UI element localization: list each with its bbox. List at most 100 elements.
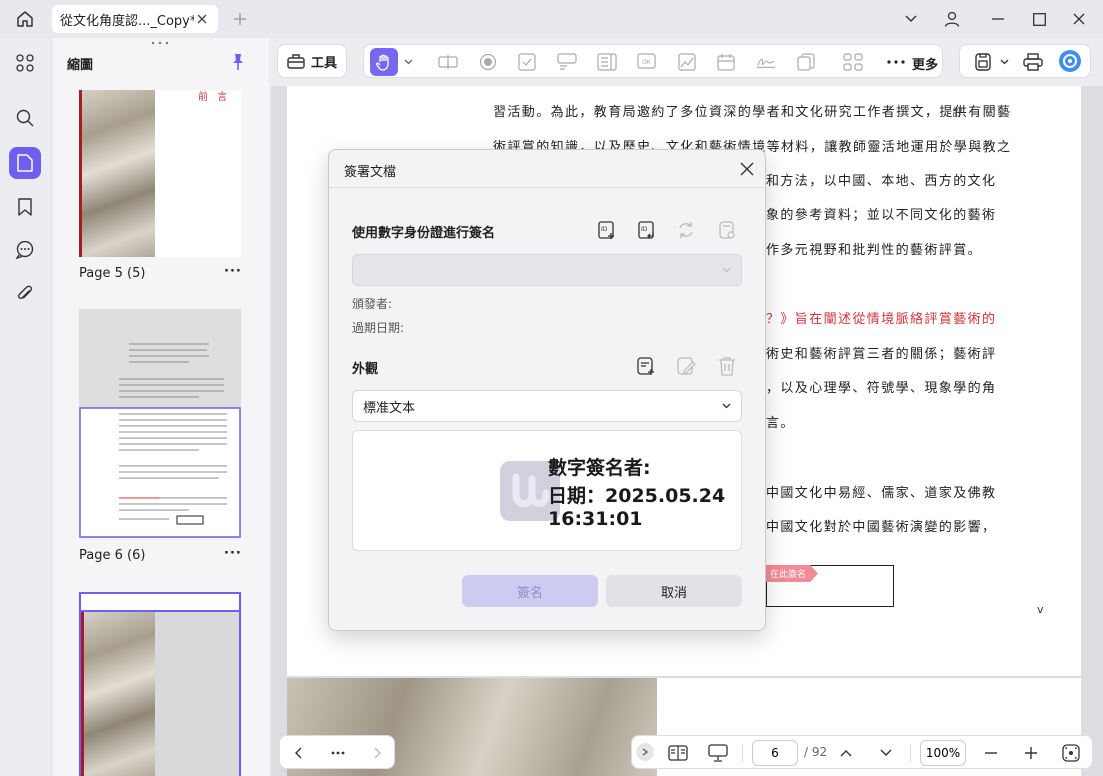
zoom-in-icon[interactable]: [1021, 743, 1041, 763]
chevron-right-icon[interactable]: [368, 743, 388, 763]
chevron-up-icon[interactable]: [836, 743, 856, 763]
duplicate-field-icon[interactable]: [796, 52, 816, 72]
fit-page-icon[interactable]: [1061, 743, 1081, 763]
issuer-label: 頒發者:: [352, 297, 393, 311]
dialog-header: 簽署文檔: [329, 150, 765, 188]
checkbox-icon[interactable]: [517, 52, 537, 72]
zoom-out-icon[interactable]: [981, 743, 1001, 763]
button-field-icon[interactable]: OK: [637, 52, 657, 72]
text-select-icon[interactable]: [438, 52, 458, 72]
signature-signer-line: 數字簽名者:: [548, 457, 651, 479]
minimize-icon[interactable]: [987, 8, 1009, 30]
hand-tool-icon[interactable]: [370, 48, 398, 76]
signature-field-icon[interactable]: [756, 52, 776, 72]
page-text-line: 作多元視野和批判性的藝術評賞。: [766, 243, 983, 258]
image-field-icon[interactable]: [677, 52, 697, 72]
chevron-down-icon: [722, 403, 731, 409]
collapse-icon[interactable]: [636, 743, 654, 761]
svg-text:ID: ID: [601, 226, 608, 233]
thumbnail-page-5[interactable]: 前 言: [79, 90, 241, 257]
tab-title: 從文化角度認..._Copy*: [60, 13, 194, 29]
attachment-icon[interactable]: [9, 278, 41, 310]
digital-id-select[interactable]: [352, 254, 742, 286]
print-icon[interactable]: [1023, 52, 1043, 72]
presentation-icon[interactable]: [708, 743, 728, 763]
more-icon[interactable]: ···: [224, 264, 242, 279]
panel-title: 縮圖: [67, 58, 94, 73]
search-icon[interactable]: [9, 102, 41, 134]
more-icon[interactable]: [886, 52, 906, 72]
import-id-icon[interactable]: ID: [636, 219, 658, 241]
toolbar: 工具 OK 更多: [271, 38, 1103, 86]
total-pages: / 92: [804, 745, 828, 759]
list-box-icon[interactable]: [597, 52, 617, 72]
add-id-icon[interactable]: ID: [596, 219, 618, 241]
account-icon[interactable]: [941, 8, 963, 30]
combo-box-icon[interactable]: [557, 52, 577, 72]
chevron-left-icon[interactable]: [288, 743, 308, 763]
svg-text:OK: OK: [642, 59, 652, 66]
divider: [910, 744, 911, 762]
chevron-down-icon[interactable]: [876, 743, 896, 763]
digital-id-section-title: 使用數字身份證進行簽名: [352, 226, 496, 241]
status-bar: / 92: [631, 735, 1093, 769]
edit-appearance-icon[interactable]: [675, 355, 697, 377]
grid-align-icon[interactable]: [843, 52, 863, 72]
panel-drag-handle[interactable]: [150, 40, 170, 46]
thumbnail-page-7[interactable]: [79, 592, 241, 776]
radio-button-icon[interactable]: [478, 52, 498, 72]
more-icon[interactable]: [328, 743, 348, 763]
refresh-icon[interactable]: [675, 219, 697, 241]
page-text-line: 象的參考資料；並以不同文化的藝術: [766, 208, 997, 223]
chevron-down-icon[interactable]: [900, 8, 922, 30]
home-icon[interactable]: [12, 8, 38, 30]
page-text-line: 言。: [766, 416, 795, 431]
svg-text:ID: ID: [641, 226, 648, 233]
thumbnail-artwork: [79, 90, 155, 257]
chevron-down-icon[interactable]: [998, 52, 1010, 72]
pin-icon[interactable]: [228, 52, 248, 72]
add-appearance-icon[interactable]: [635, 355, 657, 377]
page-number-input[interactable]: [752, 740, 798, 766]
more-button[interactable]: 更多: [912, 54, 938, 73]
sign-button[interactable]: 簽名: [462, 575, 598, 607]
close-window-icon[interactable]: [1068, 8, 1090, 30]
left-rail: [0, 38, 50, 776]
more-icon[interactable]: ···: [224, 546, 242, 561]
close-tab-icon[interactable]: [194, 11, 210, 27]
thumbnail-label: Page 6 (6): [79, 548, 146, 563]
page-text-line: 中國文化對於中國藝術演變的影響，: [766, 520, 997, 535]
cancel-button[interactable]: 取消: [606, 575, 742, 607]
thumbnail-blank-area: [155, 612, 239, 776]
date-field-icon[interactable]: [716, 52, 736, 72]
thumbnails-icon[interactable]: [9, 147, 41, 179]
page-layout-icon[interactable]: [668, 743, 688, 763]
thumbnail-panel: 縮圖 前 言 Page 5 (5) ··· Page 6 (6) ···: [51, 38, 269, 776]
sign-document-dialog: 簽署文檔 使用數字身份證進行簽名 ID ID 頒發者: 過期日期: 外觀 標准文…: [328, 149, 766, 631]
zoom-input[interactable]: [920, 740, 966, 766]
page-footer-mark: v: [1037, 603, 1044, 616]
appearance-section-title: 外觀: [352, 362, 379, 377]
view-certificate-icon[interactable]: [716, 219, 738, 241]
comment-icon[interactable]: [9, 234, 41, 266]
document-tab[interactable]: 從文化角度認..._Copy*: [52, 5, 218, 33]
apps-icon[interactable]: [9, 47, 41, 79]
page-text-line: ？》旨在闡述從情境脈絡評賞藝術的: [766, 312, 997, 327]
page-text-line: 和方法，以中國、本地、西方的文化: [766, 174, 997, 189]
thumbnail-page-6[interactable]: [79, 309, 241, 538]
new-tab-icon[interactable]: [230, 9, 250, 29]
chevron-down-icon: [722, 267, 731, 273]
sign-here-tag: 在此簽名: [766, 565, 818, 582]
chevron-down-icon[interactable]: [402, 52, 414, 72]
thumbnail-page-6-text: [79, 343, 241, 538]
title-bar: 從文化角度認..._Copy*: [0, 0, 1103, 38]
close-icon[interactable]: [737, 159, 757, 179]
maximize-icon[interactable]: [1028, 8, 1050, 30]
red-spine: [81, 612, 84, 776]
delete-icon[interactable]: [716, 355, 738, 377]
ai-assistant-icon[interactable]: [1058, 49, 1082, 73]
save-icon[interactable]: [973, 52, 993, 72]
tools-button[interactable]: 工具: [277, 44, 347, 78]
appearance-select[interactable]: 標准文本: [352, 390, 742, 422]
bookmark-icon[interactable]: [9, 191, 41, 223]
